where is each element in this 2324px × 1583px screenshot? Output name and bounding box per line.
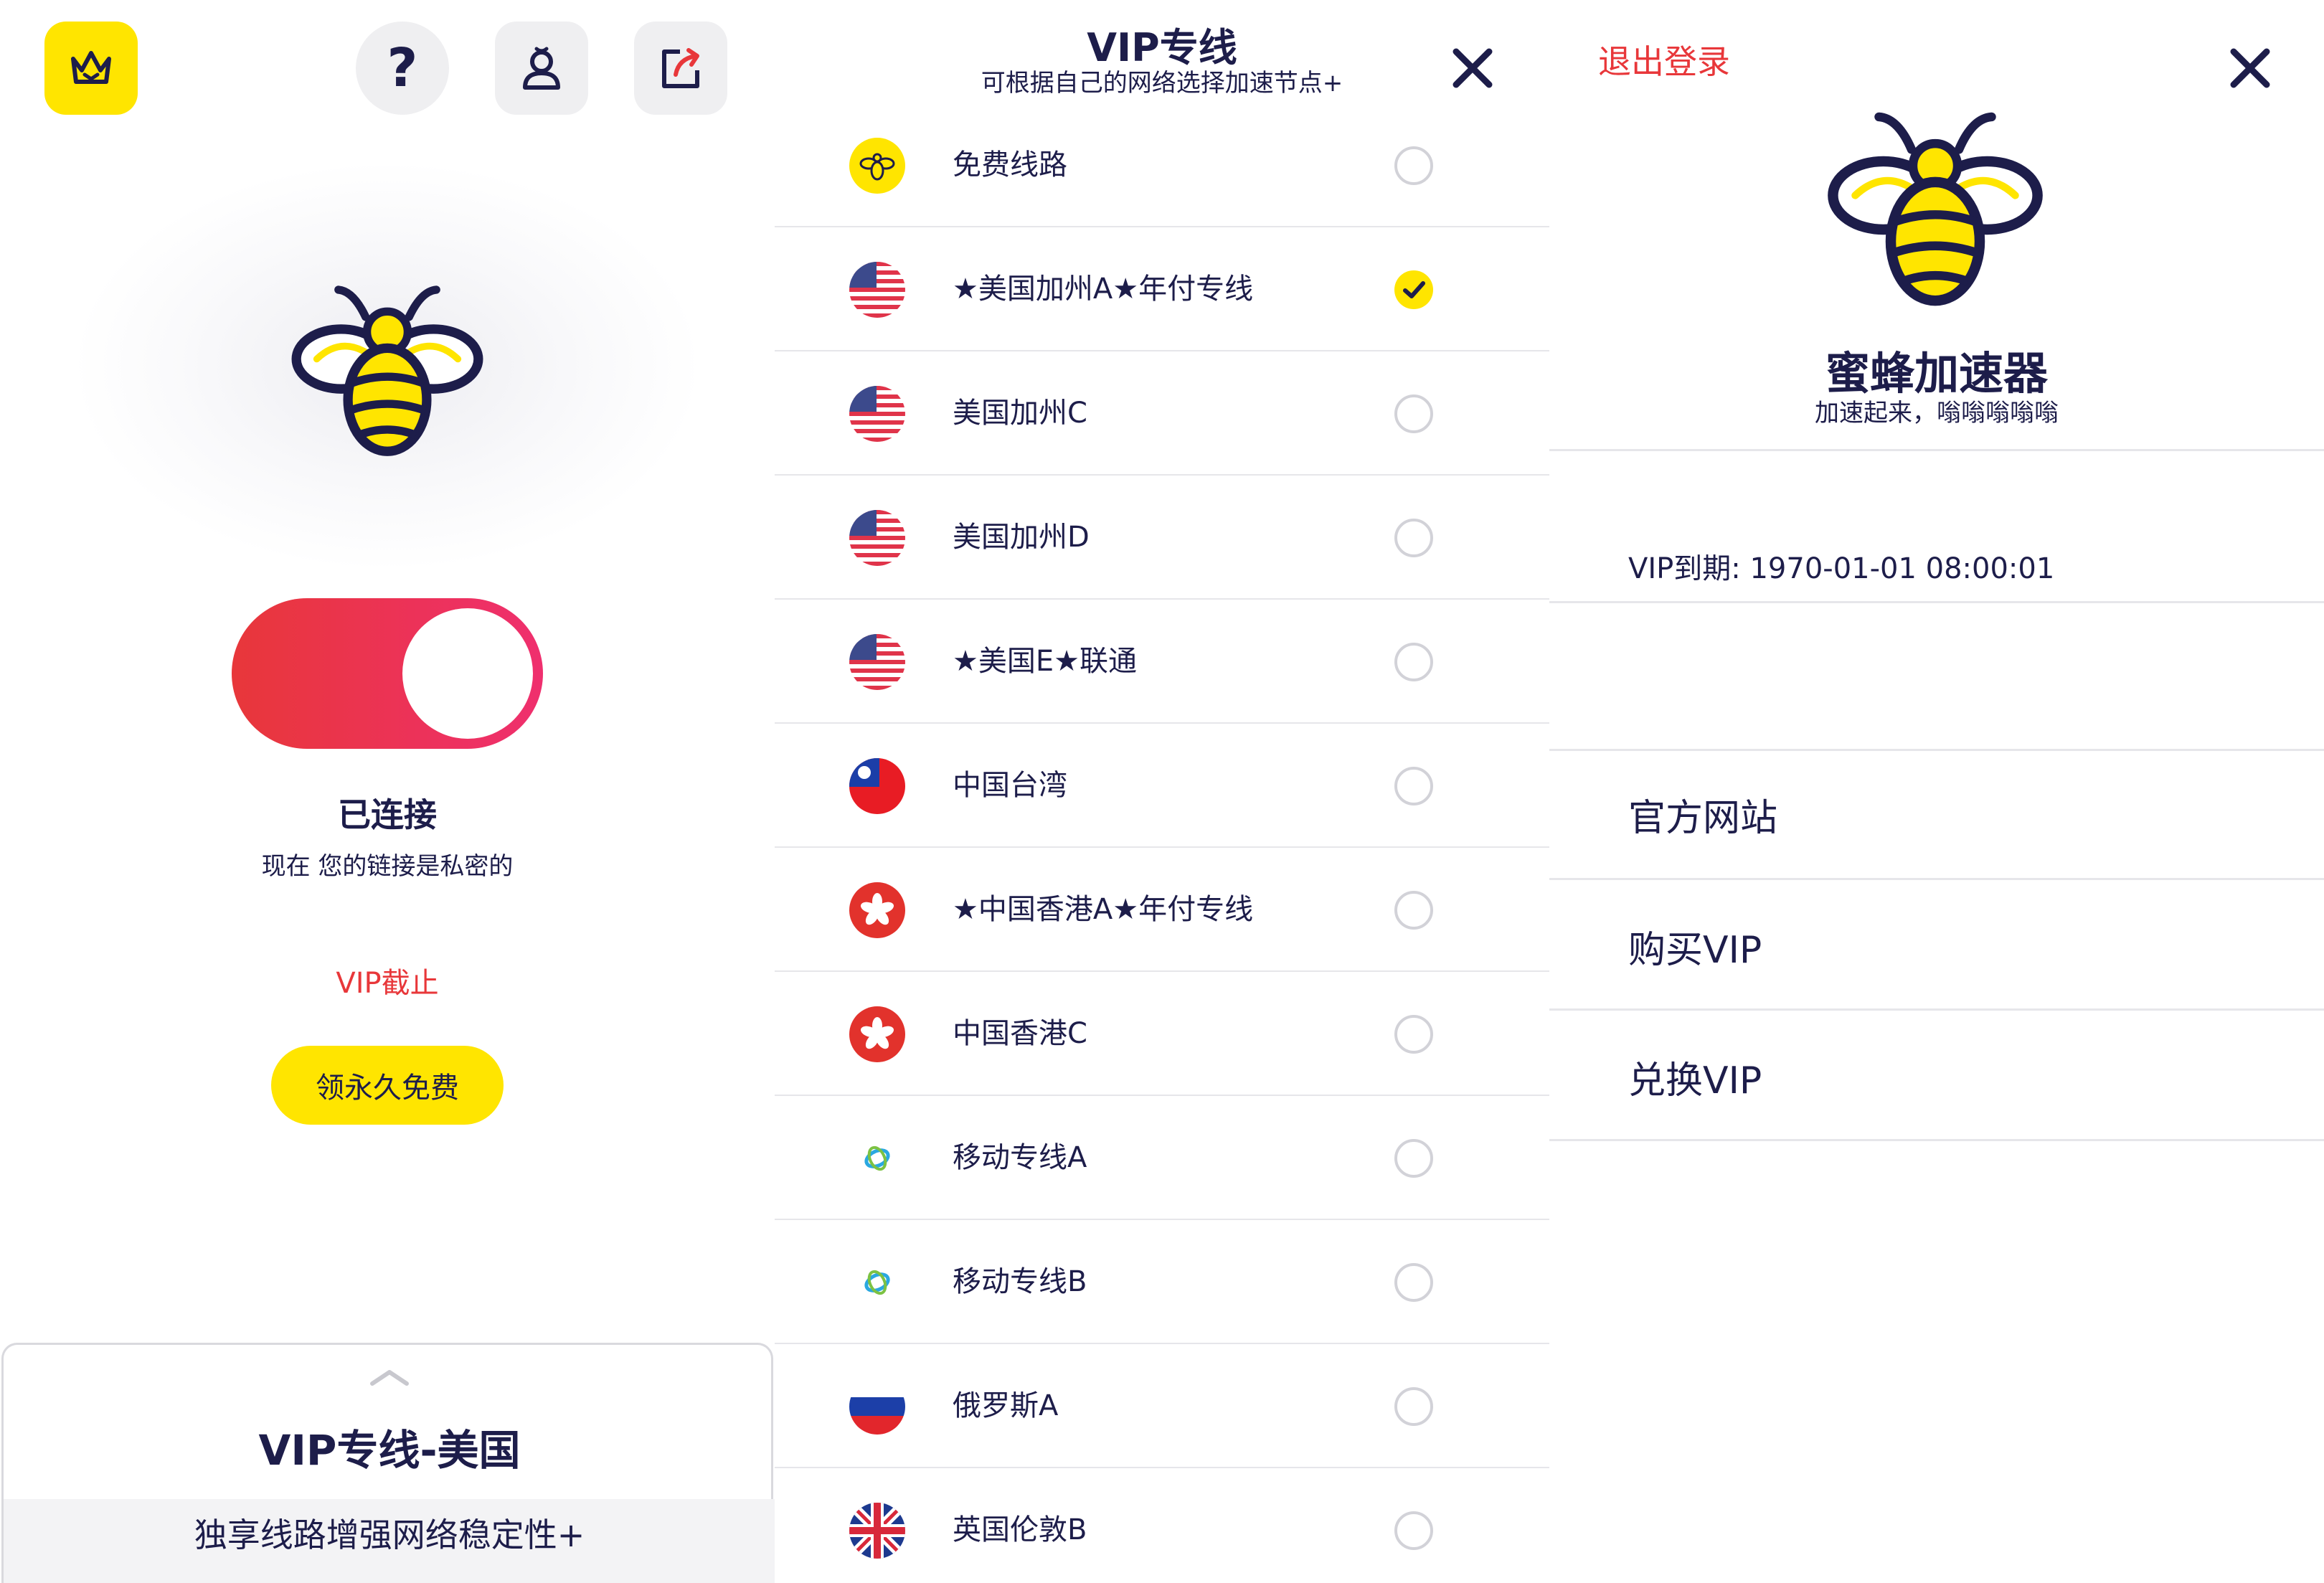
uk-flag-icon <box>849 1503 905 1559</box>
hongkong-flag-icon <box>849 882 905 938</box>
line-row[interactable]: ★美国加州A★年付专线 <box>775 227 1549 351</box>
selected-line-card[interactable]: VIP专线-美国 独享线路增强网络稳定性+ <box>1 1343 775 1583</box>
line-name: 英国伦敦B <box>953 1513 1087 1546</box>
share-icon <box>662 48 699 88</box>
line-row[interactable]: ★美国E★联通 <box>775 600 1549 724</box>
close-icon[interactable] <box>2225 43 2275 93</box>
radio-unchecked-icon[interactable] <box>1394 146 1433 185</box>
vip-crown-button[interactable] <box>44 22 138 115</box>
russia-flag-icon <box>849 1379 905 1435</box>
official-website-item[interactable]: 官方网站 <box>1628 788 1777 841</box>
buy-vip-item[interactable]: 购买VIP <box>1628 920 1762 973</box>
divider <box>1549 749 2324 751</box>
line-row[interactable]: 俄罗斯A <box>775 1344 1549 1468</box>
line-row[interactable]: ★中国香港A★年付专线 <box>775 848 1549 972</box>
radio-unchecked-icon[interactable] <box>1394 891 1433 930</box>
line-name: 中国香港C <box>953 1017 1087 1050</box>
line-name: 美国加州D <box>953 521 1090 554</box>
line-name: ★美国加州A★年付专线 <box>953 273 1254 306</box>
help-button[interactable]: ? <box>356 22 449 115</box>
line-name: ★中国香港A★年付专线 <box>953 893 1254 926</box>
radio-unchecked-icon[interactable] <box>1394 394 1433 433</box>
divider <box>1549 449 2324 451</box>
selected-line-title: VIP专线-美国 <box>258 1426 521 1475</box>
crown-icon <box>71 51 111 84</box>
radio-unchecked-icon[interactable] <box>1394 1139 1433 1178</box>
redeem-vip-item[interactable]: 兑换VIP <box>1628 1050 1762 1104</box>
account-button[interactable] <box>495 22 588 115</box>
line-row[interactable]: 美国加州C <box>775 351 1549 476</box>
help-icon: ? <box>387 37 418 99</box>
divider <box>1549 878 2324 880</box>
radio-unchecked-icon[interactable] <box>1394 1387 1433 1426</box>
china-mobile-icon <box>849 1130 905 1186</box>
divider <box>1549 1139 2324 1141</box>
radio-unchecked-icon[interactable] <box>1394 767 1433 805</box>
china-mobile-icon <box>849 1254 905 1310</box>
share-button[interactable] <box>634 22 727 115</box>
selected-line-subtitle: 独享线路增强网络稳定性+ <box>194 1516 585 1554</box>
line-row[interactable]: 移动专线A <box>775 1096 1549 1220</box>
app-slogan: 加速起来，嗡嗡嗡嗡嗡 <box>1815 399 2059 427</box>
bee-logo-icon <box>1828 112 2043 306</box>
line-row[interactable]: 美国加州D <box>775 476 1549 600</box>
radio-unchecked-icon[interactable] <box>1394 1015 1433 1054</box>
line-name: 俄罗斯A <box>953 1389 1059 1422</box>
line-name: 免费线路 <box>953 148 1067 181</box>
divider <box>1549 1008 2324 1011</box>
line-select-screen: VIP专线 可根据自己的网络选择加速节点+ 免费线路 ★美国加州A★年付专线 美国加… <box>775 0 1549 1583</box>
home-screen: ? 已连接 现在 您的链接是私密的 VIP截止 领永久免费 VIP专线-美国 独… <box>0 0 775 1583</box>
lines-subtitle: 可根据自己的网络选择加速节点+ <box>981 69 1343 98</box>
us-flag-icon <box>849 510 905 566</box>
bee-icon <box>849 138 905 194</box>
radio-unchecked-icon[interactable] <box>1394 1263 1433 1302</box>
logout-button[interactable]: 退出登录 <box>1598 36 1730 83</box>
line-row[interactable]: 免费线路 <box>775 103 1549 227</box>
app-name: 蜜蜂加速器 <box>1825 347 2048 400</box>
chevron-up-icon[interactable] <box>368 1366 411 1388</box>
us-flag-icon <box>849 262 905 318</box>
line-name: 移动专线A <box>953 1141 1087 1174</box>
line-row[interactable]: 中国台湾 <box>775 724 1549 848</box>
connection-status-subtitle: 现在 您的链接是私密的 <box>261 852 514 881</box>
line-row[interactable]: 中国香港C <box>775 972 1549 1096</box>
toggle-knob[interactable] <box>402 608 533 739</box>
line-name: 中国台湾 <box>953 769 1067 802</box>
line-name: 美国加州C <box>953 397 1087 430</box>
vip-expiry-text: VIP到期: 1970-01-01 08:00:01 <box>1628 552 2055 585</box>
line-name: 移动专线B <box>953 1265 1087 1298</box>
radio-unchecked-icon[interactable] <box>1394 1511 1433 1550</box>
line-name: ★美国E★联通 <box>953 645 1137 678</box>
line-row[interactable]: 移动专线B <box>775 1220 1549 1344</box>
taiwan-flag-icon <box>849 758 905 814</box>
radio-checked-icon[interactable] <box>1394 270 1433 309</box>
account-screen: 退出登录 蜜蜂加速器 加速起来，嗡嗡嗡嗡嗡 VIP到期: 1970-01-01 … <box>1549 0 2324 1583</box>
close-icon[interactable] <box>1447 43 1498 93</box>
hongkong-flag-icon <box>849 1006 905 1062</box>
get-free-button[interactable]: 领永久免费 <box>271 1046 504 1125</box>
connection-toggle[interactable] <box>232 598 543 749</box>
radio-unchecked-icon[interactable] <box>1394 643 1433 681</box>
us-flag-icon <box>849 634 905 690</box>
connection-status-title: 已连接 <box>338 795 437 834</box>
us-flag-icon <box>849 386 905 442</box>
radio-unchecked-icon[interactable] <box>1394 519 1433 557</box>
line-row[interactable]: 英国伦敦B <box>775 1468 1549 1583</box>
divider <box>1549 601 2324 603</box>
bee-logo-icon <box>291 285 483 456</box>
line-list: 免费线路 ★美国加州A★年付专线 美国加州C 美国加州D ★美国E★联通 中国台湾 ★中国香… <box>775 103 1549 1583</box>
vip-expired-label: VIP截止 <box>336 967 439 1000</box>
user-icon <box>523 47 560 90</box>
